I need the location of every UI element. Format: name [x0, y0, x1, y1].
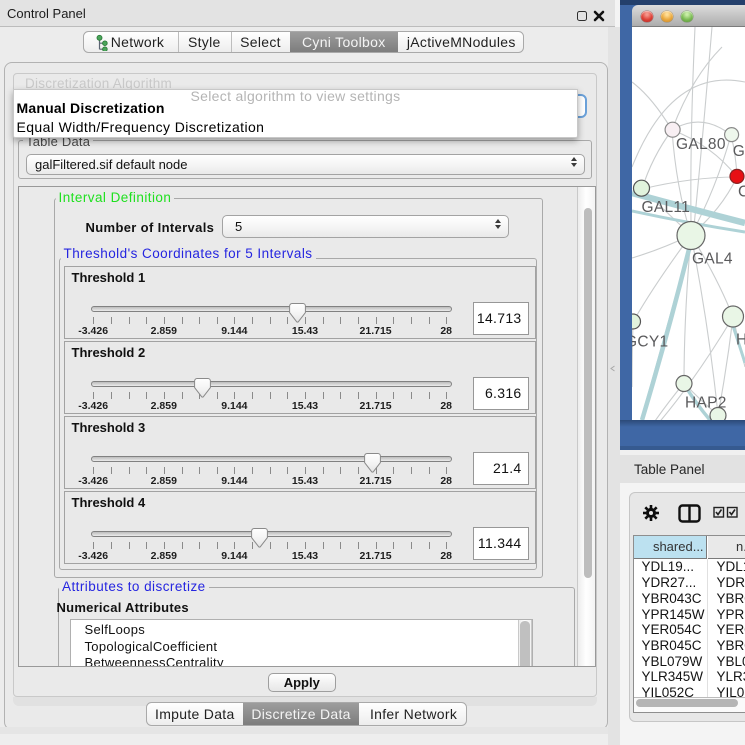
svg-text:CY: CY — [738, 184, 745, 201]
svg-text:GAL80: GAL80 — [676, 136, 726, 153]
svg-text:HAP2: HAP2 — [685, 395, 727, 412]
svg-text:GAL4: GAL4 — [692, 251, 733, 268]
svg-text:HA: HA — [736, 332, 745, 349]
svg-text:GCY1: GCY1 — [632, 334, 668, 351]
svg-text:GAL11: GAL11 — [642, 199, 691, 216]
svg-text:GA: GA — [733, 143, 745, 160]
